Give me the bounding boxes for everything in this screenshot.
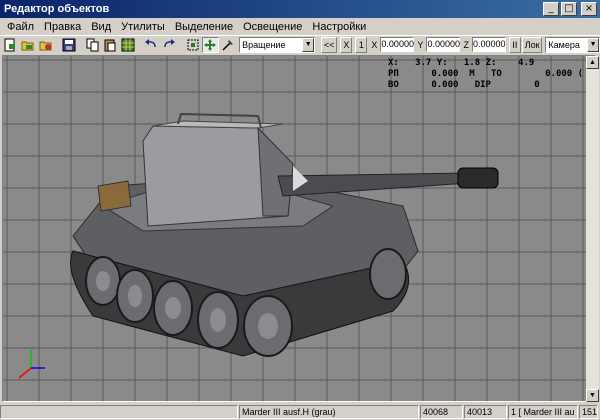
step-button[interactable]: 1: [355, 36, 368, 53]
minimize-button[interactable]: _: [543, 2, 559, 16]
menu-lighting[interactable]: Освещение: [238, 21, 307, 33]
x-label: X: [371, 39, 378, 50]
open-recent-icon[interactable]: [37, 37, 54, 53]
window-title: Редактор объектов: [4, 3, 110, 15]
toolbar: Вращение ▼ << X 1 X 0.00000 Y 0.00000 Z …: [0, 35, 600, 53]
close-button[interactable]: ×: [581, 2, 597, 16]
status-value-4: 151: [579, 405, 598, 419]
menu-utilities[interactable]: Утилиты: [116, 21, 170, 33]
3d-viewport[interactable]: X: 3.7 Y: 1.8 Z: 4.9 РП 0.000 M TO 0.000…: [2, 55, 596, 402]
menu-edit[interactable]: Правка: [39, 21, 86, 33]
menu-view[interactable]: Вид: [86, 21, 116, 33]
pause-button[interactable]: II: [508, 36, 521, 53]
scroll-up-icon[interactable]: ▲: [586, 56, 599, 69]
menu-file[interactable]: Файл: [2, 21, 39, 33]
status-value-3: 1 [ Marder III au: [508, 405, 578, 419]
vertical-scrollbar[interactable]: ▲ ▼: [586, 56, 599, 402]
paste-icon[interactable]: [102, 37, 119, 53]
hud-bo: BO 0.000 DIP 0: [388, 80, 540, 90]
transform-icon[interactable]: [220, 37, 237, 53]
mode-select-value: Вращение: [242, 39, 286, 50]
status-value-1: 40068: [420, 405, 463, 419]
mode-select[interactable]: Вращение ▼: [239, 36, 316, 53]
menu-selection[interactable]: Выделение: [170, 21, 238, 33]
menu-bar: Файл Правка Вид Утилиты Выделение Освеще…: [0, 18, 600, 35]
y-label: Y: [417, 39, 424, 50]
x-coord-input[interactable]: 0.00000: [380, 37, 415, 52]
z-coord-input[interactable]: 0.00000: [471, 37, 506, 52]
status-model-name: Marder III ausf.H (grau): [239, 405, 419, 419]
status-bar: Marder III ausf.H (grau) 40068 40013 1 […: [0, 404, 600, 420]
hud-rotation: РП 0.000 M TO 0.000 ( 0.000 ): [388, 69, 584, 79]
undo-icon[interactable]: [143, 37, 160, 53]
new-file-icon[interactable]: [2, 37, 19, 53]
chevron-down-icon[interactable]: ▼: [302, 37, 315, 52]
save-icon[interactable]: [61, 37, 78, 53]
menu-settings[interactable]: Настройки: [307, 21, 371, 33]
open-folder-icon[interactable]: [20, 37, 37, 53]
camera-select-value: Камера: [548, 39, 580, 50]
status-value-2: 40013: [464, 405, 507, 419]
prev-button[interactable]: <<: [321, 36, 338, 53]
x-axis-button[interactable]: X: [340, 36, 353, 53]
grid-icon[interactable]: [120, 37, 137, 53]
move-icon[interactable]: [201, 36, 219, 53]
title-bar: Редактор объектов _ □ ×: [0, 0, 600, 18]
hud-coords: X: 3.7 Y: 1.8 Z: 4.9: [388, 58, 535, 68]
maximize-button[interactable]: □: [561, 2, 577, 16]
axis-gizmo-icon: [18, 350, 45, 379]
z-label: Z: [463, 39, 469, 50]
camera-select[interactable]: Камера ▼: [545, 36, 600, 53]
copy-icon[interactable]: [84, 37, 101, 53]
chevron-down-icon[interactable]: ▼: [587, 37, 600, 52]
scroll-down-icon[interactable]: ▼: [586, 389, 599, 402]
status-empty-1: [0, 405, 238, 419]
y-coord-input[interactable]: 0.00000: [426, 37, 461, 52]
tank-model[interactable]: [3, 56, 596, 402]
select-icon[interactable]: [184, 37, 201, 53]
lock-button[interactable]: Лок: [521, 36, 543, 53]
redo-icon[interactable]: [161, 37, 178, 53]
